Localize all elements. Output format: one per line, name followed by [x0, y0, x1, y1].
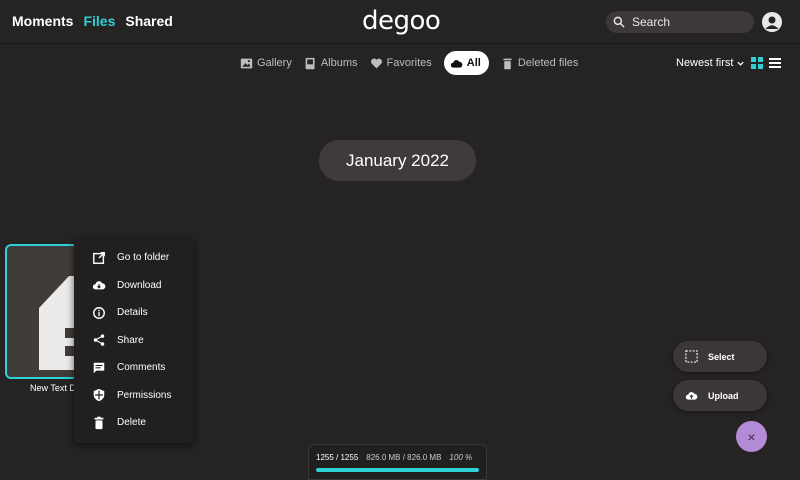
context-menu: Go to folder Download Details Share Comm…	[74, 238, 194, 443]
open-external-icon	[93, 251, 105, 264]
menu-go-to-folder[interactable]: Go to folder	[74, 244, 194, 272]
filter-all-label: All	[466, 57, 481, 69]
menu-share-label: Share	[117, 334, 144, 346]
info-icon	[93, 306, 105, 319]
filter-bar: Gallery Albums Favorites All Deleted fil…	[240, 50, 590, 76]
menu-share[interactable]: Share	[74, 327, 194, 355]
menu-download[interactable]: Download	[74, 272, 194, 300]
sort-dropdown[interactable]: Newest first	[676, 57, 745, 69]
select-icon	[685, 350, 698, 363]
menu-details[interactable]: Details	[74, 299, 194, 327]
top-bar: Moments Files Shared degoo Search	[0, 0, 800, 44]
menu-go-to-folder-label: Go to folder	[117, 252, 170, 264]
filter-albums[interactable]: Albums	[304, 51, 358, 75]
upload-button[interactable]: Upload	[673, 380, 767, 411]
gallery-icon	[240, 58, 253, 68]
filter-gallery[interactable]: Gallery	[240, 51, 292, 75]
chevron-down-icon	[737, 61, 745, 66]
share-icon	[93, 334, 105, 346]
progress-size: 826.0 MB / 826.0 MB	[366, 453, 442, 462]
filter-favorites-label: Favorites	[386, 57, 432, 69]
search-label: Search	[632, 15, 671, 29]
search-box[interactable]: Search	[606, 11, 754, 33]
menu-permissions-label: Permissions	[117, 389, 172, 401]
progress-count: 1255 / 1255	[316, 453, 359, 462]
menu-delete-label: Delete	[117, 417, 146, 429]
menu-delete[interactable]: Delete	[74, 409, 194, 437]
filter-all[interactable]: All	[443, 51, 489, 75]
menu-details-label: Details	[117, 307, 148, 319]
degoo-logo[interactable]: degoo	[362, 6, 441, 36]
progress-percent: 100 %	[449, 453, 473, 462]
main-nav: Moments Files Shared	[12, 13, 173, 29]
trash-icon	[94, 416, 104, 429]
shield-icon	[93, 389, 105, 402]
trash-icon	[503, 58, 512, 69]
nav-moments[interactable]: Moments	[12, 13, 73, 29]
nav-shared[interactable]: Shared	[125, 13, 172, 29]
user-avatar-icon[interactable]	[762, 12, 782, 32]
filter-deleted[interactable]: Deleted files	[501, 51, 579, 75]
close-icon: ×	[747, 428, 756, 445]
progress-bar	[316, 468, 479, 472]
filter-favorites[interactable]: Favorites	[370, 51, 432, 75]
menu-permissions[interactable]: Permissions	[74, 382, 194, 410]
menu-comments-label: Comments	[117, 362, 166, 374]
upload-progress-panel[interactable]: 1255 / 1255 826.0 MB / 826.0 MB 100 %	[308, 444, 487, 480]
filter-gallery-label: Gallery	[257, 57, 292, 69]
sort-label: Newest first	[676, 57, 734, 69]
menu-download-label: Download	[117, 279, 162, 291]
month-header: January 2022	[319, 140, 476, 181]
list-view-icon[interactable]	[769, 57, 781, 69]
file-name: New Text Do	[30, 383, 74, 393]
select-button[interactable]: Select	[673, 341, 767, 372]
cloud-icon	[450, 59, 463, 68]
select-label: Select	[708, 351, 735, 362]
progress-stats: 1255 / 1255 826.0 MB / 826.0 MB 100 %	[316, 453, 479, 462]
cloud-upload-icon	[685, 392, 698, 400]
menu-comments[interactable]: Comments	[74, 354, 194, 382]
filter-deleted-label: Deleted files	[517, 57, 579, 69]
progress-bar-fill	[316, 468, 479, 472]
filter-albums-label: Albums	[320, 57, 358, 69]
close-fab-button[interactable]: ×	[736, 421, 767, 452]
heart-icon	[370, 58, 382, 68]
comment-icon	[93, 362, 105, 373]
upload-label: Upload	[708, 390, 739, 401]
albums-icon	[305, 57, 315, 69]
nav-files[interactable]: Files	[83, 13, 115, 29]
search-icon	[613, 16, 625, 28]
grid-view-icon[interactable]	[751, 57, 763, 69]
cloud-download-icon	[92, 281, 106, 290]
